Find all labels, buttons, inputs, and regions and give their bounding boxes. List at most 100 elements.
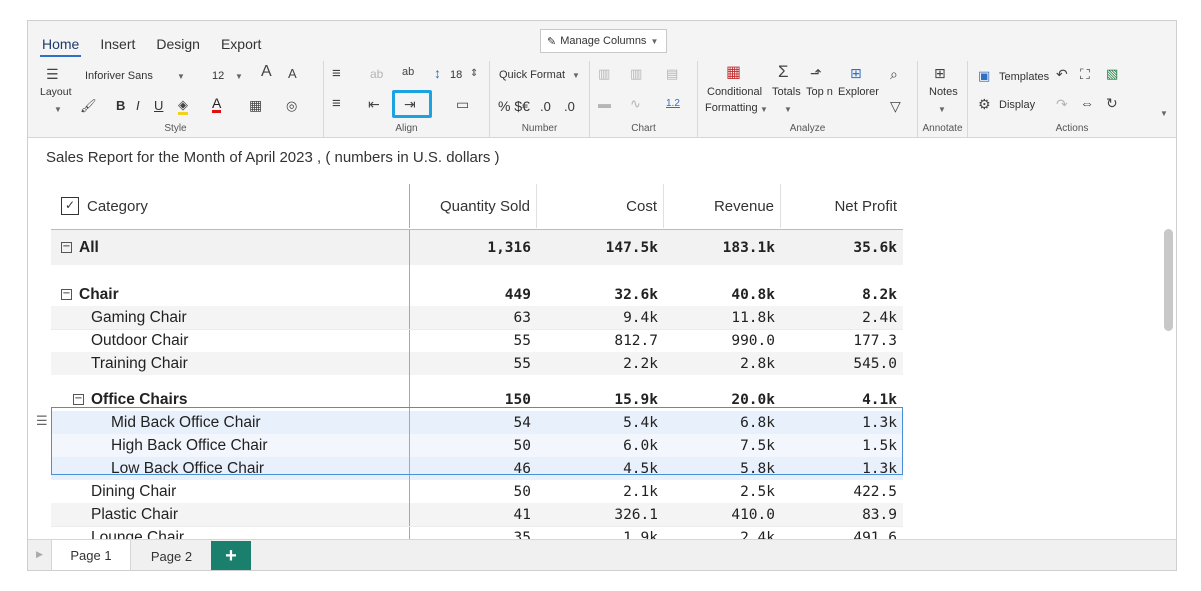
cell-qty[interactable]: 150: [410, 388, 537, 411]
column-header-net-profit[interactable]: Net Profit: [781, 184, 903, 228]
cell-profit[interactable]: 4.1k: [781, 388, 903, 411]
cell-qty[interactable]: 41: [410, 503, 537, 526]
conditional-formatting-icon[interactable]: ▦: [726, 65, 741, 81]
cell-profit[interactable]: 1.5k: [781, 434, 903, 457]
cell-revenue[interactable]: 40.8k: [664, 283, 781, 306]
tab-export[interactable]: Export: [219, 35, 263, 57]
display-label[interactable]: Display: [999, 99, 1035, 111]
font-size-chevron-icon[interactable]: ▼: [235, 70, 243, 84]
totals-chevron-icon[interactable]: ▼: [784, 103, 792, 117]
page-tab-2[interactable]: Page 2: [132, 540, 212, 570]
cell-revenue[interactable]: 183.1k: [664, 230, 781, 265]
undo-icon[interactable]: ↶: [1056, 67, 1068, 81]
explorer-icon[interactable]: ⊞: [850, 66, 862, 80]
cell-profit[interactable]: 545.0: [781, 352, 903, 375]
cell-cost[interactable]: 15.9k: [537, 388, 664, 411]
refresh-icon[interactable]: ↻: [1106, 96, 1118, 110]
row-label[interactable]: High Back Office Chair: [51, 434, 410, 457]
cell-cost[interactable]: 326.1: [537, 503, 664, 526]
font-color-icon[interactable]: A: [212, 96, 222, 113]
italic-button[interactable]: I: [136, 98, 140, 113]
add-page-button[interactable]: +: [211, 541, 251, 570]
cell-revenue[interactable]: 7.5k: [664, 434, 781, 457]
row-height-icon[interactable]: ↕: [434, 66, 441, 80]
increase-font-icon[interactable]: A: [261, 64, 272, 80]
horizontal-align-icon[interactable]: ≡: [332, 66, 341, 81]
font-family-select[interactable]: Inforiver Sans: [85, 70, 153, 82]
cell-qty[interactable]: 55: [410, 352, 537, 375]
cell-profit[interactable]: 8.2k: [781, 283, 903, 306]
cell-qty[interactable]: 50: [410, 434, 537, 457]
borders-icon[interactable]: ▦: [249, 98, 262, 112]
manage-columns-button[interactable]: ✎ Manage Columns ▼: [540, 29, 667, 53]
layout-icon[interactable]: ☰: [46, 67, 59, 81]
row-label[interactable]: Mid Back Office Chair: [51, 411, 410, 434]
quick-format-chevron-icon[interactable]: ▼: [572, 69, 580, 83]
format-painter-icon[interactable]: 🖌: [80, 99, 97, 113]
cell-revenue[interactable]: 2.8k: [664, 352, 781, 375]
cell-profit[interactable]: 422.5: [781, 480, 903, 503]
cell-cost[interactable]: 147.5k: [537, 230, 664, 265]
collapse-icon[interactable]: −: [61, 289, 72, 300]
cell-cost[interactable]: 6.0k: [537, 434, 664, 457]
cell-profit[interactable]: 1.3k: [781, 411, 903, 434]
cell-profit[interactable]: 177.3: [781, 330, 903, 352]
row-label[interactable]: − Chair: [51, 283, 410, 306]
text-direction-icon[interactable]: ab: [402, 65, 414, 79]
formatting-chevron-icon[interactable]: ▼: [760, 103, 768, 117]
cell-cost[interactable]: 2.1k: [537, 480, 664, 503]
row-label[interactable]: Gaming Chair: [51, 306, 410, 329]
excel-icon[interactable]: ▧: [1106, 67, 1118, 81]
fill-color-icon[interactable]: ◈: [178, 98, 188, 115]
column-header-cost[interactable]: Cost: [537, 184, 664, 228]
collapse-icon[interactable]: −: [61, 242, 72, 253]
decrease-font-icon[interactable]: A: [288, 67, 297, 81]
cell-revenue[interactable]: 410.0: [664, 503, 781, 526]
increase-decimal-button[interactable]: .0: [540, 99, 551, 114]
filter-icon[interactable]: ▽: [890, 99, 901, 113]
cell-qty[interactable]: 50: [410, 480, 537, 503]
cell-cost[interactable]: 9.4k: [537, 306, 664, 329]
notes-label[interactable]: Notes: [929, 86, 958, 98]
row-height-value[interactable]: 18: [450, 69, 462, 81]
cell-revenue[interactable]: 990.0: [664, 330, 781, 352]
bold-button[interactable]: B: [116, 98, 125, 113]
cell-revenue[interactable]: 5.8k: [664, 457, 781, 480]
templates-label[interactable]: Templates: [999, 71, 1049, 83]
cell-profit[interactable]: 83.9: [781, 503, 903, 526]
chart-scale-value[interactable]: 1.2: [666, 98, 680, 109]
fit-width-icon[interactable]: ⇔: [1080, 96, 1094, 110]
cell-profit[interactable]: 2.4k: [781, 306, 903, 329]
cell-qty[interactable]: 1,316: [410, 230, 537, 265]
notes-chevron-icon[interactable]: ▼: [938, 103, 946, 117]
cell-qty[interactable]: 449: [410, 283, 537, 306]
column-header-category[interactable]: ✓ Category: [51, 184, 410, 228]
row-drag-handle-icon[interactable]: ☰: [36, 413, 48, 429]
tab-insert[interactable]: Insert: [98, 35, 137, 57]
cell-revenue[interactable]: 2.5k: [664, 480, 781, 503]
totals-icon[interactable]: Σ: [778, 63, 789, 80]
row-label[interactable]: Plastic Chair: [51, 503, 410, 526]
top-n-label[interactable]: Top n: [806, 86, 833, 98]
cell-cost[interactable]: 4.5k: [537, 457, 664, 480]
top-n-icon[interactable]: ⬏: [810, 66, 822, 80]
tab-design[interactable]: Design: [154, 35, 202, 57]
row-label[interactable]: Low Back Office Chair: [51, 457, 410, 480]
page-scroll-arrow-icon[interactable]: ▶: [36, 549, 43, 560]
column-header-revenue[interactable]: Revenue: [664, 184, 781, 228]
visibility-icon[interactable]: ◎: [286, 99, 297, 113]
quick-format-select[interactable]: Quick Format: [499, 69, 565, 81]
vertical-scrollbar[interactable]: [1164, 229, 1173, 331]
notes-icon[interactable]: ⊞: [934, 66, 946, 80]
layout-label[interactable]: Layout: [40, 86, 72, 98]
cell-qty[interactable]: 63: [410, 306, 537, 329]
cell-cost[interactable]: 812.7: [537, 330, 664, 352]
fullscreen-icon[interactable]: ⛶: [1080, 67, 1090, 81]
templates-icon[interactable]: ▣: [978, 69, 990, 83]
row-label[interactable]: − Office Chairs: [51, 388, 410, 411]
display-gear-icon[interactable]: ⚙: [978, 97, 991, 111]
row-height-stepper-icon[interactable]: ⇕: [470, 67, 478, 81]
conditional-label[interactable]: Conditional: [707, 86, 762, 98]
cell-qty[interactable]: 54: [410, 411, 537, 434]
cell-profit[interactable]: 1.3k: [781, 457, 903, 480]
